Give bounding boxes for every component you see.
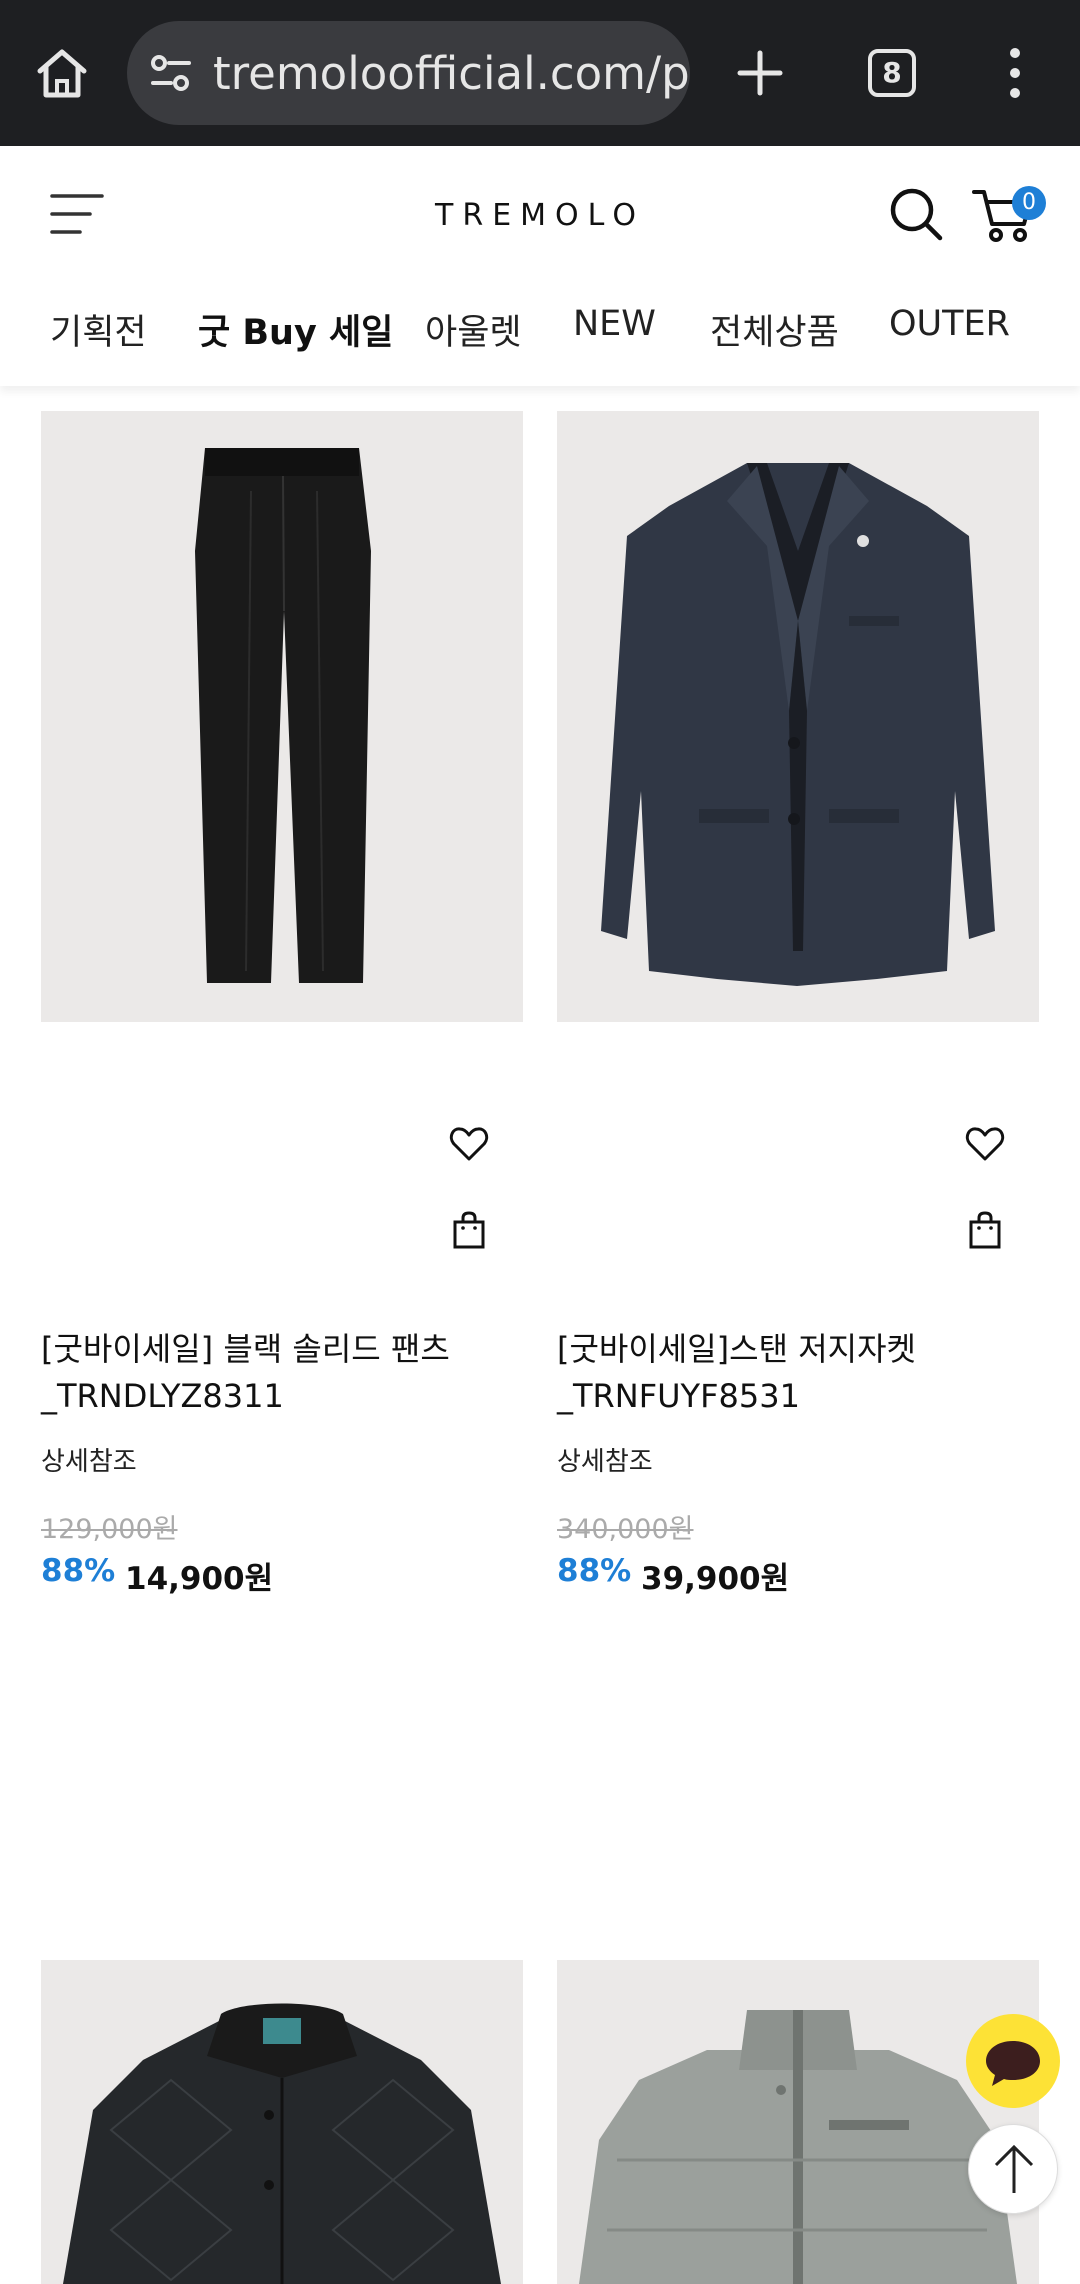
chat-button[interactable] — [966, 2014, 1060, 2108]
more-options-icon[interactable] — [1000, 43, 1030, 103]
search-icon[interactable] — [888, 186, 944, 242]
product-description: 상세참조 — [557, 1447, 653, 1477]
black-pants-image — [195, 448, 371, 983]
product-card[interactable]: [굿바이세일] 블랙 솔리드 팬츠 _TRNDLYZ8311 상세참조 129,… — [41, 411, 523, 1611]
tab-all-products[interactable]: 전체상품 — [710, 304, 839, 355]
black-quilted-jacket-image — [63, 2003, 501, 2284]
product-name[interactable]: [굿바이세일]스탠 저지자켓 _TRNFUYF8531 — [557, 1326, 1039, 1420]
original-price: 340,000원 — [557, 1514, 694, 1545]
sale-price: 39,900원 — [641, 1561, 790, 1597]
heart-icon[interactable] — [449, 1126, 489, 1162]
discount-rate: 88% — [557, 1553, 632, 1589]
tab-promotion[interactable]: 기획전 — [50, 304, 147, 355]
scroll-to-top-button[interactable] — [968, 2124, 1058, 2214]
tab-outer[interactable]: OUTER — [889, 304, 1010, 344]
shopping-bag-icon[interactable] — [968, 1211, 1002, 1249]
heart-icon[interactable] — [965, 1126, 1005, 1162]
chat-bubble-icon — [986, 2041, 1040, 2086]
grey-down-jacket-image — [579, 2010, 1017, 2284]
url-text[interactable]: tremoloofficial.com/p — [213, 47, 690, 100]
address-bar[interactable]: tremoloofficial.com/p — [127, 21, 690, 125]
product-card[interactable]: [굿바이세일]스탠 저지자켓 _TRNFUYF8531 상세참조 340,000… — [557, 411, 1039, 1611]
new-tab-icon[interactable] — [730, 43, 790, 103]
tab-new[interactable]: NEW — [573, 304, 656, 344]
discount-rate: 88% — [41, 1553, 116, 1589]
sale-price: 14,900원 — [125, 1561, 274, 1597]
product-name[interactable]: [굿바이세일] 블랙 솔리드 팬츠 _TRNDLYZ8311 — [41, 1326, 523, 1420]
product-image[interactable] — [41, 411, 523, 1022]
site-settings-icon[interactable] — [149, 53, 193, 93]
product-card[interactable] — [41, 1960, 523, 2284]
product-description: 상세참조 — [41, 1447, 137, 1477]
home-icon[interactable] — [32, 43, 92, 103]
tab-switcher-button[interactable]: 8 — [868, 49, 916, 97]
product-card[interactable] — [557, 1960, 1039, 2284]
cart-count-badge: 0 — [1012, 186, 1046, 220]
browser-toolbar: tremoloofficial.com/p 8 — [0, 0, 1080, 146]
category-tabs: 기획전 굿 Buy 세일 아울렛 NEW 전체상품 OUTER — [0, 304, 1080, 364]
tab-goodbuy-sale[interactable]: 굿 Buy 세일 — [198, 304, 393, 355]
product-image[interactable] — [557, 1960, 1039, 2284]
product-image[interactable] — [557, 411, 1039, 1022]
original-price: 129,000원 — [41, 1514, 178, 1545]
site-header: TREMOLO 0 기획전 굿 Buy 세일 아울렛 NEW 전체상품 OUTE… — [0, 146, 1080, 386]
tab-outlet[interactable]: 아울렛 — [425, 304, 522, 355]
shopping-bag-icon[interactable] — [452, 1211, 486, 1249]
product-image[interactable] — [41, 1960, 523, 2284]
navy-blazer-image — [601, 463, 995, 986]
arrow-up-icon — [994, 2144, 1034, 2193]
